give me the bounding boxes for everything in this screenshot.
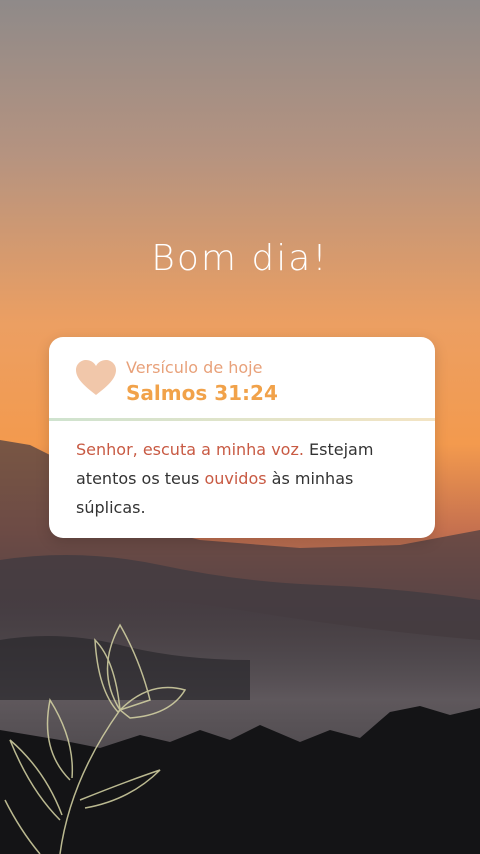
verse-label: Versículo de hoje	[126, 358, 263, 377]
greeting-title: Bom dia!	[151, 238, 329, 279]
heart-icon	[76, 360, 116, 395]
verse-part: ouvidos	[204, 469, 267, 488]
divider	[49, 418, 435, 421]
verse-reference: Salmos 31:24	[126, 381, 278, 405]
verse-part: Senhor, escuta a minha voz.	[76, 440, 310, 459]
verse-card: Versículo de hoje Salmos 31:24 Senhor, e…	[49, 337, 435, 538]
verse-text: Senhor, escuta a minha voz. Estejam aten…	[76, 435, 421, 522]
